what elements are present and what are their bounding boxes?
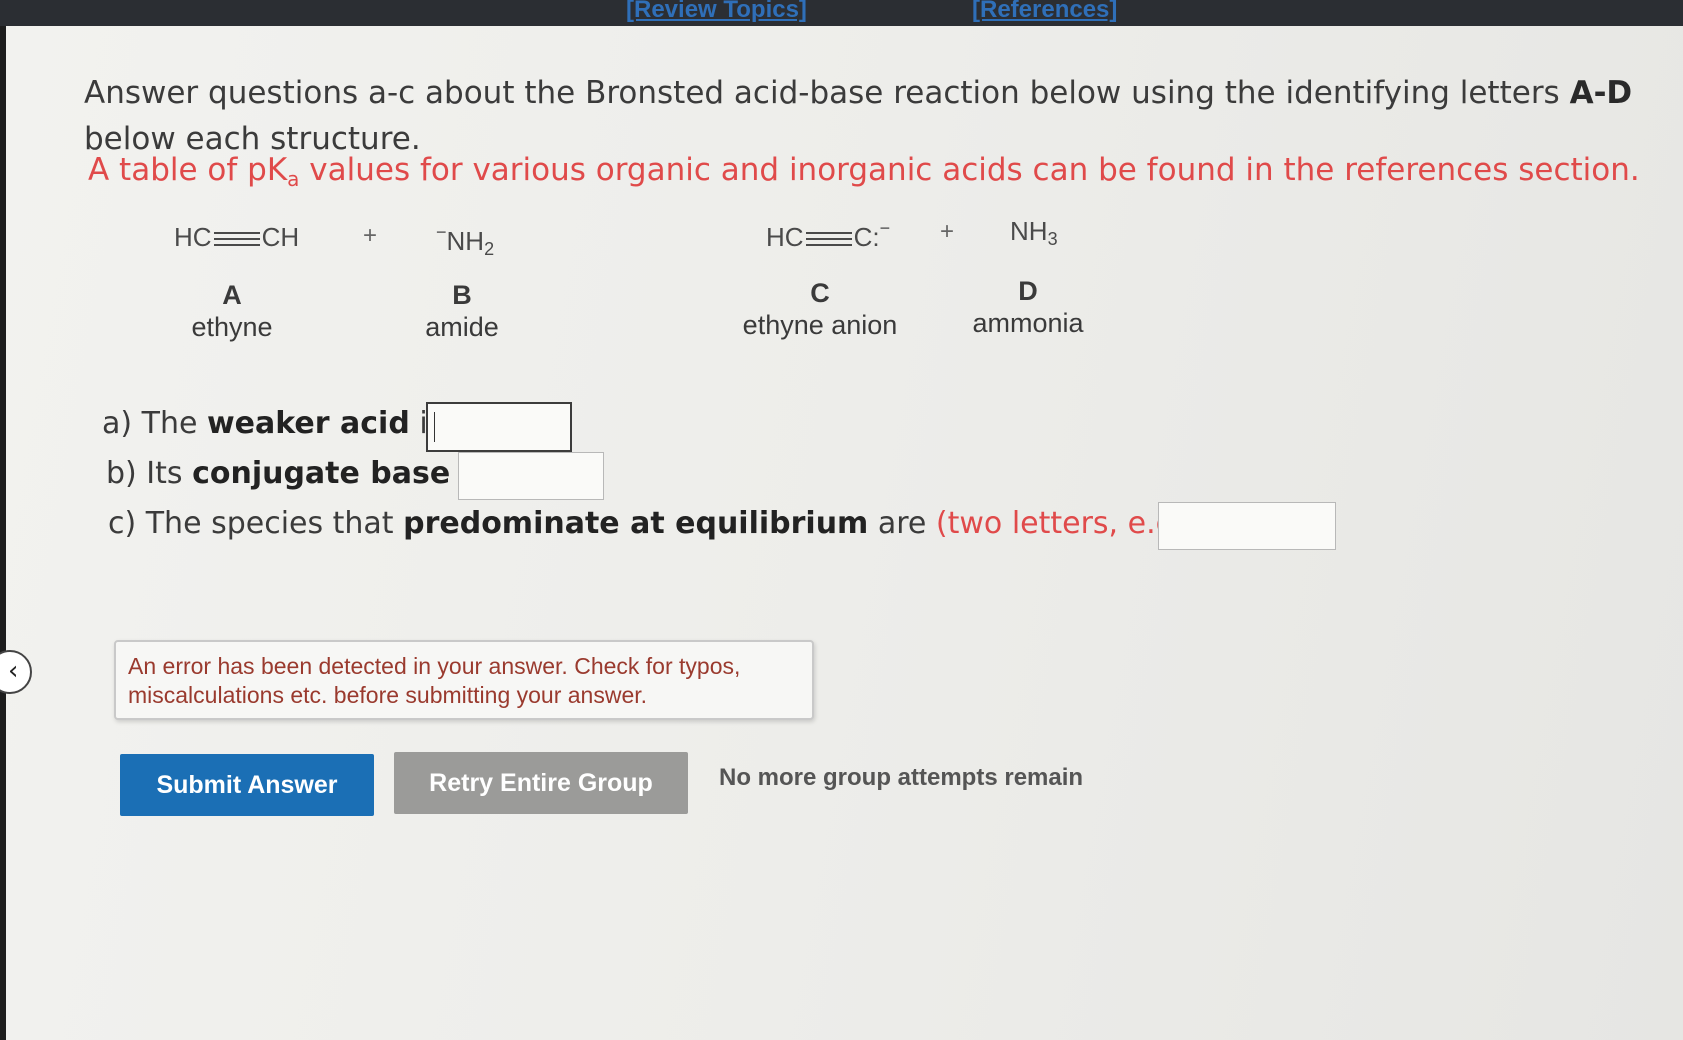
structure-a-formula: HC CH xyxy=(174,222,300,252)
triple-bond-icon xyxy=(805,232,852,247)
top-bar: [Review Topics] [References] xyxy=(0,0,1683,26)
structure-b-name: amide xyxy=(425,312,499,342)
weaker-acid-input[interactable] xyxy=(426,402,572,452)
structure-b-letter: B xyxy=(452,280,472,310)
question-page: Answer questions a-c about the Bronsted … xyxy=(0,26,1683,1040)
question-a: a) The weaker acid is xyxy=(102,406,443,441)
triple-bond-icon xyxy=(213,232,260,247)
structure-d-name: ammonia xyxy=(972,308,1084,338)
structure-d-letter: D xyxy=(1018,276,1038,306)
plus-sign: + xyxy=(940,218,955,245)
structure-b-formula: −NH2 xyxy=(436,222,495,259)
text-cursor xyxy=(434,412,435,442)
review-topics-link[interactable]: [Review Topics] xyxy=(626,0,807,24)
question-c: c) The species that predominate at equil… xyxy=(108,506,1247,541)
submit-answer-button[interactable]: Submit Answer xyxy=(120,754,374,816)
pka-reference-note: A table of pKa values for various organi… xyxy=(88,152,1640,191)
structure-c-letter: C xyxy=(810,278,830,308)
structure-c-formula: HC C:− xyxy=(766,218,891,252)
equilibrium-species-input[interactable] xyxy=(1158,502,1336,550)
question-b: b) Its conjugate base is xyxy=(106,456,484,491)
plus-sign: + xyxy=(363,222,378,249)
error-message-box: An error has been detected in your answe… xyxy=(114,640,814,720)
attempts-status: No more group attempts remain xyxy=(719,764,1084,791)
chevron-left-icon: ‹ xyxy=(8,656,19,686)
collapse-panel-button[interactable]: ‹ xyxy=(0,650,32,694)
retry-entire-group-button[interactable]: Retry Entire Group xyxy=(394,752,688,814)
references-link[interactable]: [References] xyxy=(972,0,1117,24)
conjugate-base-input[interactable] xyxy=(458,452,604,500)
structure-d-formula: NH3 xyxy=(1010,216,1058,249)
letters-range: A-D xyxy=(1569,75,1633,111)
question-instructions: Answer questions a-c about the Bronsted … xyxy=(84,75,1633,157)
structure-a-name: ethyne xyxy=(191,312,273,342)
structure-a-letter: A xyxy=(222,280,242,310)
